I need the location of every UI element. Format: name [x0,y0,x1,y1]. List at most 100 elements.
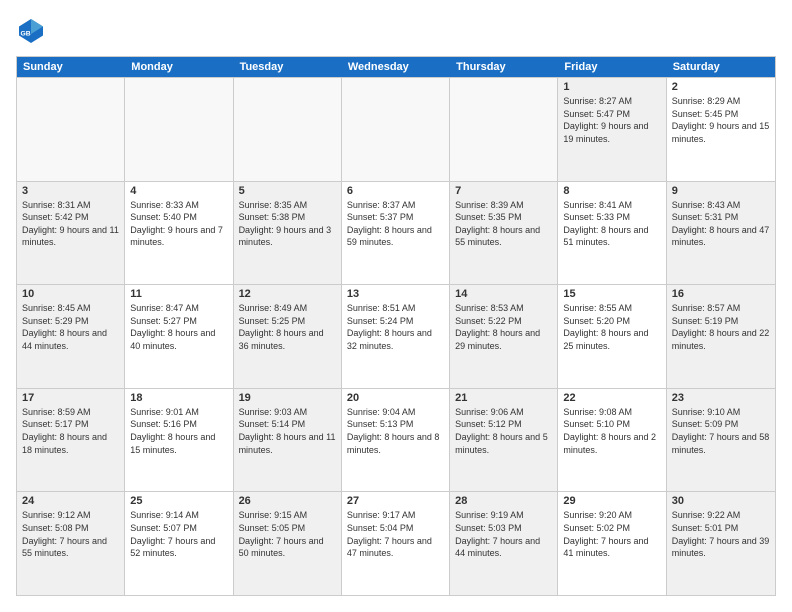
cal-cell-21: 21 Sunrise: 9:06 AM Sunset: 5:12 PM Dayli… [450,389,558,492]
day-info: Sunrise: 8:49 AM Sunset: 5:25 PM Dayligh… [239,302,336,352]
cal-cell-13: 13 Sunrise: 8:51 AM Sunset: 5:24 PM Dayli… [342,285,450,388]
day-number: 12 [239,288,336,300]
day-info: Sunrise: 9:04 AM Sunset: 5:13 PM Dayligh… [347,406,444,456]
day-number: 23 [672,392,770,404]
svg-text:GB: GB [21,31,31,38]
day-info: Sunrise: 8:29 AM Sunset: 5:45 PM Dayligh… [672,95,770,145]
day-number: 9 [672,185,770,197]
day-info: Sunrise: 8:33 AM Sunset: 5:40 PM Dayligh… [130,199,227,249]
day-number: 15 [563,288,660,300]
day-of-week-tuesday: Tuesday [234,57,342,77]
cal-cell-2: 2 Sunrise: 8:29 AM Sunset: 5:45 PM Daylig… [667,78,775,181]
day-number: 19 [239,392,336,404]
day-info: Sunrise: 8:45 AM Sunset: 5:29 PM Dayligh… [22,302,119,352]
day-number: 27 [347,495,444,507]
day-info: Sunrise: 8:57 AM Sunset: 5:19 PM Dayligh… [672,302,770,352]
logo-icon: GB [16,16,46,46]
day-number: 16 [672,288,770,300]
week-row-0: 1 Sunrise: 8:27 AM Sunset: 5:47 PM Daylig… [17,77,775,181]
day-info: Sunrise: 8:51 AM Sunset: 5:24 PM Dayligh… [347,302,444,352]
day-number: 21 [455,392,552,404]
day-number: 2 [672,81,770,93]
cal-cell-15: 15 Sunrise: 8:55 AM Sunset: 5:20 PM Dayli… [558,285,666,388]
day-info: Sunrise: 9:20 AM Sunset: 5:02 PM Dayligh… [563,509,660,559]
cal-cell-9: 9 Sunrise: 8:43 AM Sunset: 5:31 PM Daylig… [667,182,775,285]
cal-cell-23: 23Sunrise: 9:10 AM Sunset: 5:09 PM Dayli… [667,389,775,492]
day-number: 14 [455,288,552,300]
day-info: Sunrise: 9:15 AM Sunset: 5:05 PM Dayligh… [239,509,336,559]
cal-cell-26: 26 Sunrise: 9:15 AM Sunset: 5:05 PM Dayli… [234,492,342,595]
day-number: 10 [22,288,119,300]
cal-cell-25: 25Sunrise: 9:14 AM Sunset: 5:07 PM Dayli… [125,492,233,595]
calendar-header: SundayMondayTuesdayWednesdayThursdayFrid… [17,57,775,77]
logo: GB [16,16,50,46]
week-row-3: 17 Sunrise: 8:59 AM Sunset: 5:17 PM Dayli… [17,388,775,492]
week-row-2: 10 Sunrise: 8:45 AM Sunset: 5:29 PM Dayli… [17,284,775,388]
day-info: Sunrise: 9:14 AM Sunset: 5:07 PM Dayligh… [130,509,227,559]
cal-cell-5: 5 Sunrise: 8:35 AM Sunset: 5:38 PM Daylig… [234,182,342,285]
cal-cell-1: 1 Sunrise: 8:27 AM Sunset: 5:47 PM Daylig… [558,78,666,181]
day-info: Sunrise: 8:59 AM Sunset: 5:17 PM Dayligh… [22,406,119,456]
cal-cell-4: 4 Sunrise: 8:33 AM Sunset: 5:40 PM Daylig… [125,182,233,285]
day-info: Sunrise: 8:41 AM Sunset: 5:33 PM Dayligh… [563,199,660,249]
cal-cell-3: 3Sunrise: 8:31 AM Sunset: 5:42 PM Daylig… [17,182,125,285]
day-info: Sunrise: 8:35 AM Sunset: 5:38 PM Dayligh… [239,199,336,249]
cal-cell-20: 20Sunrise: 9:04 AM Sunset: 5:13 PM Dayli… [342,389,450,492]
cal-cell-22: 22Sunrise: 9:08 AM Sunset: 5:10 PM Dayli… [558,389,666,492]
cal-cell-empty-0-0 [17,78,125,181]
day-info: Sunrise: 9:22 AM Sunset: 5:01 PM Dayligh… [672,509,770,559]
day-number: 18 [130,392,227,404]
header: GB [16,16,776,46]
day-info: Sunrise: 8:47 AM Sunset: 5:27 PM Dayligh… [130,302,227,352]
day-number: 8 [563,185,660,197]
cal-cell-10: 10 Sunrise: 8:45 AM Sunset: 5:29 PM Dayli… [17,285,125,388]
day-number: 13 [347,288,444,300]
cal-cell-empty-0-3 [342,78,450,181]
day-number: 17 [22,392,119,404]
day-number: 24 [22,495,119,507]
day-number: 1 [563,81,660,93]
cal-cell-empty-0-2 [234,78,342,181]
day-info: Sunrise: 9:01 AM Sunset: 5:16 PM Dayligh… [130,406,227,456]
week-row-4: 24 Sunrise: 9:12 AM Sunset: 5:08 PM Dayli… [17,491,775,595]
cal-cell-24: 24 Sunrise: 9:12 AM Sunset: 5:08 PM Dayli… [17,492,125,595]
cal-cell-11: 11 Sunrise: 8:47 AM Sunset: 5:27 PM Dayli… [125,285,233,388]
day-info: Sunrise: 9:08 AM Sunset: 5:10 PM Dayligh… [563,406,660,456]
week-row-1: 3Sunrise: 8:31 AM Sunset: 5:42 PM Daylig… [17,181,775,285]
day-info: Sunrise: 8:43 AM Sunset: 5:31 PM Dayligh… [672,199,770,249]
cal-cell-17: 17 Sunrise: 8:59 AM Sunset: 5:17 PM Dayli… [17,389,125,492]
day-info: Sunrise: 8:53 AM Sunset: 5:22 PM Dayligh… [455,302,552,352]
day-number: 26 [239,495,336,507]
day-info: Sunrise: 8:39 AM Sunset: 5:35 PM Dayligh… [455,199,552,249]
day-number: 11 [130,288,227,300]
page: GB SundayMondayTuesdayWednesdayThursdayF… [0,0,792,612]
day-info: Sunrise: 9:06 AM Sunset: 5:12 PM Dayligh… [455,406,552,456]
day-number: 28 [455,495,552,507]
day-number: 3 [22,185,119,197]
calendar: SundayMondayTuesdayWednesdayThursdayFrid… [16,56,776,596]
day-number: 5 [239,185,336,197]
day-info: Sunrise: 8:55 AM Sunset: 5:20 PM Dayligh… [563,302,660,352]
cal-cell-12: 12 Sunrise: 8:49 AM Sunset: 5:25 PM Dayli… [234,285,342,388]
day-number: 30 [672,495,770,507]
day-number: 4 [130,185,227,197]
cal-cell-6: 6 Sunrise: 8:37 AM Sunset: 5:37 PM Daylig… [342,182,450,285]
cal-cell-7: 7Sunrise: 8:39 AM Sunset: 5:35 PM Daylig… [450,182,558,285]
day-info: Sunrise: 9:12 AM Sunset: 5:08 PM Dayligh… [22,509,119,559]
cal-cell-19: 19Sunrise: 9:03 AM Sunset: 5:14 PM Dayli… [234,389,342,492]
day-info: Sunrise: 8:37 AM Sunset: 5:37 PM Dayligh… [347,199,444,249]
calendar-body: 1 Sunrise: 8:27 AM Sunset: 5:47 PM Daylig… [17,77,775,595]
day-of-week-saturday: Saturday [667,57,775,77]
cal-cell-18: 18 Sunrise: 9:01 AM Sunset: 5:16 PM Dayli… [125,389,233,492]
day-info: Sunrise: 9:19 AM Sunset: 5:03 PM Dayligh… [455,509,552,559]
cal-cell-27: 27 Sunrise: 9:17 AM Sunset: 5:04 PM Dayli… [342,492,450,595]
day-info: Sunrise: 9:17 AM Sunset: 5:04 PM Dayligh… [347,509,444,559]
cal-cell-14: 14 Sunrise: 8:53 AM Sunset: 5:22 PM Dayli… [450,285,558,388]
cal-cell-16: 16 Sunrise: 8:57 AM Sunset: 5:19 PM Dayli… [667,285,775,388]
day-info: Sunrise: 8:27 AM Sunset: 5:47 PM Dayligh… [563,95,660,145]
day-number: 6 [347,185,444,197]
cal-cell-30: 30 Sunrise: 9:22 AM Sunset: 5:01 PM Dayli… [667,492,775,595]
cal-cell-empty-0-4 [450,78,558,181]
day-of-week-friday: Friday [558,57,666,77]
cal-cell-empty-0-1 [125,78,233,181]
